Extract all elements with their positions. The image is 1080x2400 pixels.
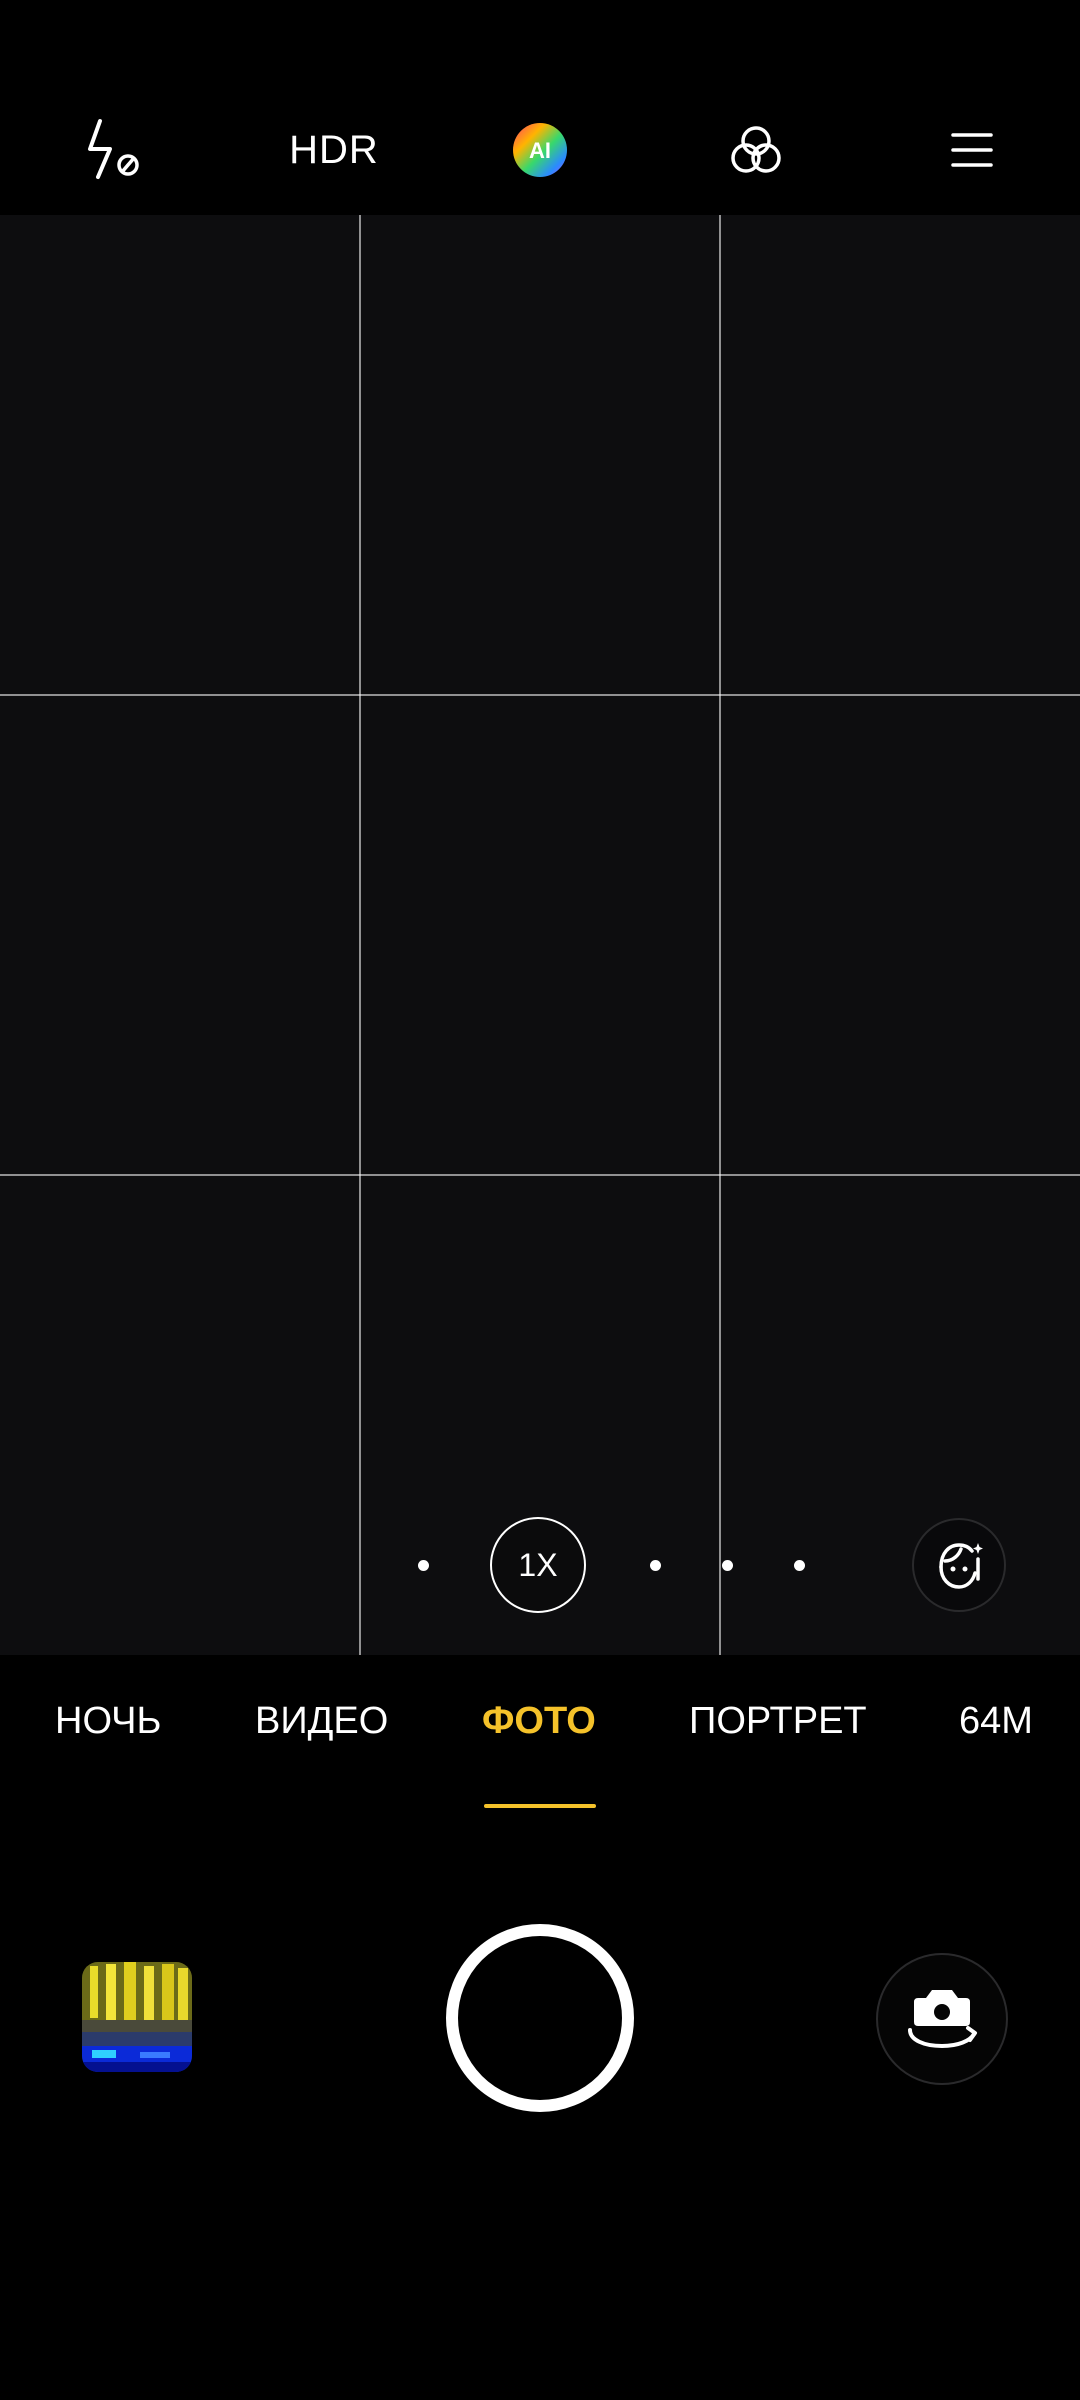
zoom-level-dot[interactable]	[794, 1560, 805, 1571]
ai-button[interactable]: AI	[495, 110, 585, 190]
grid-line	[359, 215, 361, 1655]
mode-photo[interactable]: ФОТО	[482, 1700, 596, 1743]
filters-icon	[731, 126, 781, 173]
mode-night[interactable]: НОЧЬ	[55, 1700, 161, 1743]
flash-off-icon	[88, 119, 139, 179]
zoom-label: 1X	[518, 1546, 558, 1583]
zoom-button[interactable]: 1X	[490, 1517, 586, 1613]
menu-button[interactable]	[927, 110, 1017, 190]
active-mode-indicator	[484, 1804, 596, 1808]
shutter-button[interactable]	[446, 1924, 634, 2112]
grid-line	[719, 215, 721, 1655]
gallery-thumbnail[interactable]	[82, 1962, 192, 2072]
switch-camera-icon	[908, 1990, 977, 2049]
mode-portrait[interactable]: ПОРТРЕТ	[689, 1700, 867, 1743]
camera-mode-selector: НОЧЬ ВИДЕО ФОТО ПОРТРЕТ 64M	[0, 1700, 1080, 1810]
zoom-level-dot[interactable]	[722, 1560, 733, 1571]
camera-viewfinder[interactable]: 1X	[0, 215, 1080, 1655]
flash-button[interactable]	[62, 110, 152, 190]
menu-icon	[951, 133, 993, 167]
svg-text:AI: AI	[529, 138, 551, 163]
zoom-level-dot[interactable]	[650, 1560, 661, 1571]
grid-line	[0, 694, 1080, 696]
ai-icon: AI	[513, 123, 567, 177]
beauty-button[interactable]	[912, 1518, 1006, 1612]
mode-64m[interactable]: 64M	[959, 1700, 1033, 1743]
zoom-level-dot[interactable]	[418, 1560, 429, 1571]
top-toolbar: HDR AI	[0, 0, 1080, 215]
switch-camera-button[interactable]	[876, 1953, 1008, 2085]
filters-button[interactable]	[711, 110, 801, 190]
face-beauty-icon	[939, 1543, 983, 1589]
mode-video[interactable]: ВИДЕО	[255, 1700, 388, 1743]
grid-line	[0, 1174, 1080, 1176]
hdr-button[interactable]: HDR	[279, 110, 389, 190]
gallery-preview-image	[82, 1962, 192, 2072]
hdr-label: HDR	[289, 127, 379, 172]
